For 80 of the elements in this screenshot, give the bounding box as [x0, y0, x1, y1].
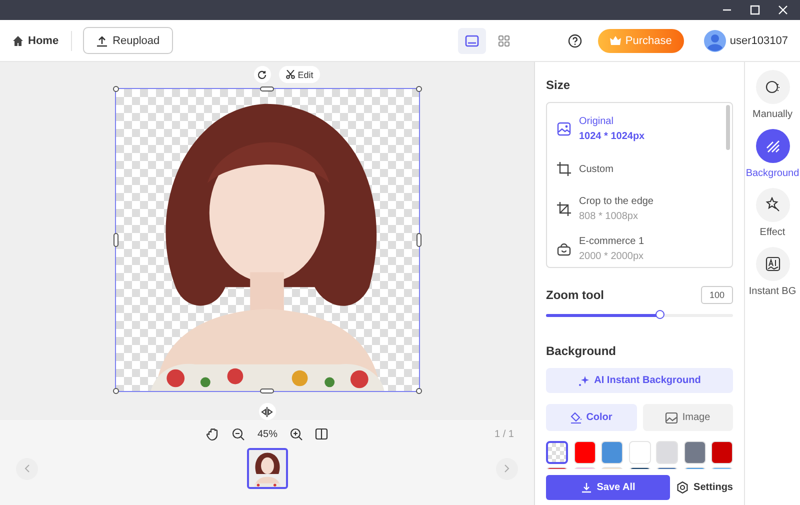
size-label: Original: [579, 116, 614, 127]
close-icon[interactable]: [778, 5, 788, 15]
download-icon: [580, 482, 592, 493]
magic-wand-icon: [764, 197, 780, 213]
home-button[interactable]: Home: [12, 28, 59, 52]
fill-mode-tab[interactable]: Image: [642, 404, 733, 431]
image-icon: [557, 122, 571, 136]
help-icon[interactable]: [568, 34, 582, 48]
zoom-in-icon[interactable]: [290, 428, 302, 440]
thumbnail[interactable]: [246, 448, 288, 489]
page-counter: 1 / 1: [494, 428, 514, 440]
crop-icon: [557, 162, 571, 176]
zoom-out-icon[interactable]: [232, 428, 246, 440]
size-option[interactable]: Crop to the edge 808 * 1008px: [557, 189, 722, 229]
compare-icon[interactable]: [314, 428, 328, 440]
resize-handle[interactable]: [260, 86, 274, 92]
crop-icon: [557, 202, 571, 216]
size-label: Crop to the edge: [579, 196, 654, 207]
scissors-icon: [286, 70, 295, 80]
save-all-button[interactable]: Save All: [546, 475, 670, 500]
transparent-swatch[interactable]: [546, 441, 568, 464]
color-swatch[interactable]: [656, 441, 678, 464]
maximize-icon[interactable]: [750, 5, 760, 15]
section-title: Zoom tool: [546, 288, 604, 302]
size-option[interactable]: Original 1024 * 1024px: [557, 109, 722, 149]
edit-button[interactable]: Edit: [278, 66, 320, 84]
flip-button[interactable]: [258, 403, 276, 420]
section-title: Background: [546, 344, 618, 358]
hand-icon[interactable]: [206, 427, 220, 441]
reupload-button[interactable]: Reupload: [82, 27, 173, 54]
bag-icon: [557, 242, 571, 256]
color-swatch[interactable]: [628, 441, 650, 464]
settings-icon: [676, 481, 689, 494]
zoom-input[interactable]: 100: [701, 286, 733, 304]
resize-handle[interactable]: [416, 232, 421, 247]
fill-mode-tab[interactable]: Color: [546, 404, 636, 431]
username[interactable]: user103107: [730, 34, 788, 46]
home-icon: [12, 34, 24, 46]
size-option[interactable]: Custom: [557, 149, 722, 189]
resize-handle[interactable]: [416, 388, 422, 394]
tool-tab[interactable]: Instant BG: [748, 247, 796, 297]
flip-icon: [261, 406, 273, 417]
sparkle-icon: [578, 374, 590, 386]
resize-handle[interactable]: [416, 86, 422, 92]
ai-image-icon: [764, 256, 780, 272]
size-dimensions: 2000 * 2000px: [579, 251, 644, 262]
color-swatch[interactable]: [601, 441, 623, 464]
grid-icon: [498, 34, 510, 46]
lasso-icon: [764, 80, 780, 94]
tool-tab[interactable]: Background: [746, 129, 800, 179]
zoom-percentage: 45%: [257, 428, 278, 440]
chevron-right-icon: [504, 464, 510, 473]
size-label: E-commerce 1: [579, 236, 644, 247]
size-dimensions: 1024 * 1024px: [579, 131, 645, 142]
ai-background-button[interactable]: AI Instant Background: [546, 368, 733, 393]
size-option[interactable]: E-commerce 1 2000 * 2000px: [557, 229, 722, 267]
resize-handle[interactable]: [260, 388, 274, 394]
paint-bucket-icon: [570, 412, 582, 424]
image-icon: [665, 412, 678, 424]
scrollbar[interactable]: [726, 105, 730, 150]
resize-handle[interactable]: [113, 232, 118, 247]
crown-icon: [610, 36, 622, 45]
resize-handle[interactable]: [112, 86, 118, 92]
color-swatch[interactable]: [684, 441, 706, 464]
rotate-button[interactable]: [254, 66, 271, 84]
rotate-icon: [257, 70, 268, 80]
stripes-icon: [764, 138, 780, 154]
avatar-icon[interactable]: [704, 30, 726, 52]
slider-thumb[interactable]: [656, 310, 665, 319]
color-swatch[interactable]: [574, 441, 596, 464]
size-label: Custom: [579, 164, 614, 174]
single-view-icon: [465, 34, 480, 46]
upload-icon: [96, 34, 108, 46]
section-title: Size: [546, 78, 572, 92]
chevron-left-icon: [24, 464, 30, 473]
view-toggle[interactable]: [458, 28, 486, 54]
settings-button[interactable]: Settings: [676, 481, 733, 494]
size-dimensions: 808 * 1008px: [579, 211, 639, 222]
color-swatch[interactable]: [711, 441, 733, 464]
resize-handle[interactable]: [112, 388, 118, 394]
